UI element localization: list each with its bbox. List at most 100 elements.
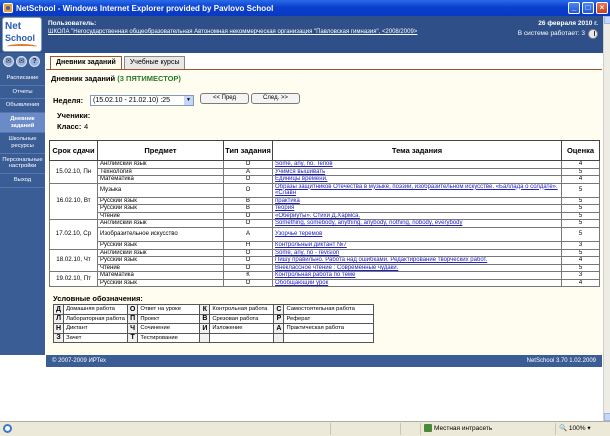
scroll-down-button[interactable] <box>604 413 610 421</box>
clock-icon[interactable] <box>588 29 598 39</box>
due-date-cell: 17.02.10, Ср <box>49 219 98 250</box>
mark-cell: 3 <box>561 241 600 250</box>
legend-code: Р <box>273 313 285 324</box>
help-icon[interactable]: ? <box>29 56 40 67</box>
table-row: Русский язык О Обобщающий урок 4 <box>50 278 600 288</box>
type-cell: О <box>223 278 273 288</box>
subject-cell: Русский язык <box>97 278 224 288</box>
zoom-level[interactable]: 🔍 100% ▾ <box>555 423 605 435</box>
vertical-scrollbar[interactable] <box>603 16 610 421</box>
topic-link[interactable]: «Обериуты». Стихи Д.Хармса. <box>272 211 562 221</box>
topic-link[interactable]: теория <box>272 204 562 213</box>
sidebar-item-logout[interactable]: Выход <box>0 174 45 188</box>
page-title: Дневник заданий (3 ПЯТИМЕСТОР) <box>51 74 181 83</box>
ie-status-icon <box>3 424 12 433</box>
topic-link[interactable]: Контрольная работа по теме <box>272 271 562 280</box>
table-row: Русский язык Н Контрольный диктант №7 3 <box>50 241 600 250</box>
legend-row: Д Домашняя работа О Ответ на уроке К Контроль… <box>52 304 375 315</box>
week-select[interactable]: (15.02.10 - 21.02.10) :25 ▼ <box>90 95 194 106</box>
sidebar-item-personal-settings[interactable]: Персональные настройки <box>0 154 45 174</box>
topic-link[interactable]: Внеклассное чтение : Современные чудаки. <box>272 263 562 273</box>
mark-cell: 5 <box>561 167 600 176</box>
subject-cell: Музыка <box>97 182 224 198</box>
copyright-text: © 2007-2009 ИРТех <box>52 358 107 364</box>
legend-description: Контрольная работа <box>209 304 275 315</box>
topic-link[interactable]: Единицы времени. <box>272 175 562 184</box>
page-content: Net School Пользователь: ШКОЛА "Негосуда… <box>0 16 603 421</box>
sidebar-item-schedule[interactable]: Расписание <box>0 72 45 86</box>
mark-cell: 4 <box>561 160 600 169</box>
legend-code: И <box>199 323 211 334</box>
messages-icon[interactable]: ✉ <box>16 56 27 67</box>
diary-table: Срок сдачи Предмет Тип задания Тема зада… <box>49 140 600 288</box>
title-bar: NetSchool - Windows Internet Explorer pr… <box>0 0 610 16</box>
close-button[interactable]: × <box>596 2 608 14</box>
legend-description: Зачет <box>63 332 128 343</box>
legend-code: О <box>126 304 139 315</box>
sidebar-item-school-resources[interactable]: Школьные ресурсы <box>0 133 45 154</box>
intranet-zone-icon <box>424 424 432 433</box>
mark-cell: 4 <box>561 256 600 265</box>
legend-description: Проект <box>137 313 201 324</box>
header-assignment-type: Тип задания <box>223 140 273 161</box>
netschool-logo: Net School <box>2 17 42 52</box>
mark-cell: 4 <box>561 278 600 288</box>
subject-cell: Русский язык <box>97 241 224 250</box>
type-cell: В <box>223 196 273 206</box>
sidebar-item-assignment-diary[interactable]: Дневник заданий <box>0 112 45 134</box>
version-text: NetSchool 3.70 1.02.2009 <box>526 358 596 364</box>
legend-title: Условные обозначения: <box>53 294 143 303</box>
tab-courses[interactable]: Учебные курсы <box>123 56 186 69</box>
mark-cell: 5 <box>561 204 600 213</box>
type-cell: О <box>223 211 273 221</box>
legend-description: Домашняя работа <box>63 304 128 315</box>
legend-code: А <box>273 323 285 334</box>
legend-description: Сочинение <box>137 323 201 334</box>
legend-code: Т <box>126 332 139 343</box>
topic-link[interactable]: Something, somebody, anything, anybody, … <box>272 219 562 228</box>
table-row: 17.02.10, Ср Английский язык О Something, s… <box>49 219 600 250</box>
chevron-down-icon[interactable]: ▼ <box>184 96 193 105</box>
legend-code <box>199 332 211 343</box>
topic-link[interactable]: практика <box>272 196 562 206</box>
table-row: 15.02.10, Пн Английский язык О Some, any, n… <box>49 160 600 184</box>
legend-description: Реферат <box>283 313 375 324</box>
next-week-button[interactable]: След. >> <box>251 93 300 104</box>
topic-link[interactable]: Контрольный диктант №7 <box>272 241 562 250</box>
due-date-cell: 15.02.10, Пн <box>49 160 98 184</box>
topic-link[interactable]: Учимся вышивать <box>272 167 562 176</box>
scroll-up-button[interactable] <box>604 16 610 24</box>
subject-cell: Чтение <box>97 211 224 221</box>
topic-link[interactable]: Узорчье теремов <box>272 226 562 243</box>
legend-description: Изложение <box>209 323 275 334</box>
maximize-button[interactable]: □ <box>582 2 594 14</box>
prev-week-button[interactable]: << Пред <box>200 93 249 104</box>
legend-code: К <box>199 304 211 315</box>
tab-assignment-diary[interactable]: Дневник заданий <box>50 56 122 69</box>
table-header-row: Срок сдачи Предмет Тип задания Тема зада… <box>49 140 600 161</box>
security-zone[interactable]: Местная интрасеть <box>420 423 540 435</box>
mail-icon[interactable]: ✉ <box>3 56 14 67</box>
table-row: 19.02.10, Пт Математика К Контрольная работ… <box>49 271 600 288</box>
minimize-button[interactable]: _ <box>568 2 580 14</box>
legend-description: Практическая работа <box>283 323 375 334</box>
legend-code: Н <box>52 323 65 334</box>
type-cell: О <box>223 263 273 273</box>
type-cell: О <box>223 160 273 169</box>
topic-link[interactable]: Образы защитников Отечества в музыке, по… <box>272 182 562 198</box>
table-row: Русский язык Втеория 5 <box>50 204 600 213</box>
online-users-text: В системе работает: 3 <box>517 30 585 37</box>
school-name-link[interactable]: ШКОЛА "Негосударственная общеобразовател… <box>48 29 417 35</box>
subject-cell: Английский язык <box>97 160 224 169</box>
type-cell: Н <box>223 241 273 250</box>
subject-cell: Английский язык <box>97 219 224 228</box>
type-cell: А <box>223 167 273 176</box>
topic-link[interactable]: Some, any, no. Teпов <box>272 160 562 169</box>
topic-link[interactable]: Some, any, no - revision <box>272 248 562 258</box>
diary-table-body: 15.02.10, Пн Английский язык О Some, any, n… <box>49 160 600 288</box>
topic-link[interactable]: Пишу правильно. Работа над ошибками. Ред… <box>272 256 562 265</box>
sidebar-item-reports[interactable]: Отчеты <box>0 86 45 100</box>
logo-text-net: Net <box>5 21 22 32</box>
sidebar-item-announcements[interactable]: Объявления <box>0 99 45 113</box>
topic-link[interactable]: Обобщающий урок <box>272 278 562 288</box>
